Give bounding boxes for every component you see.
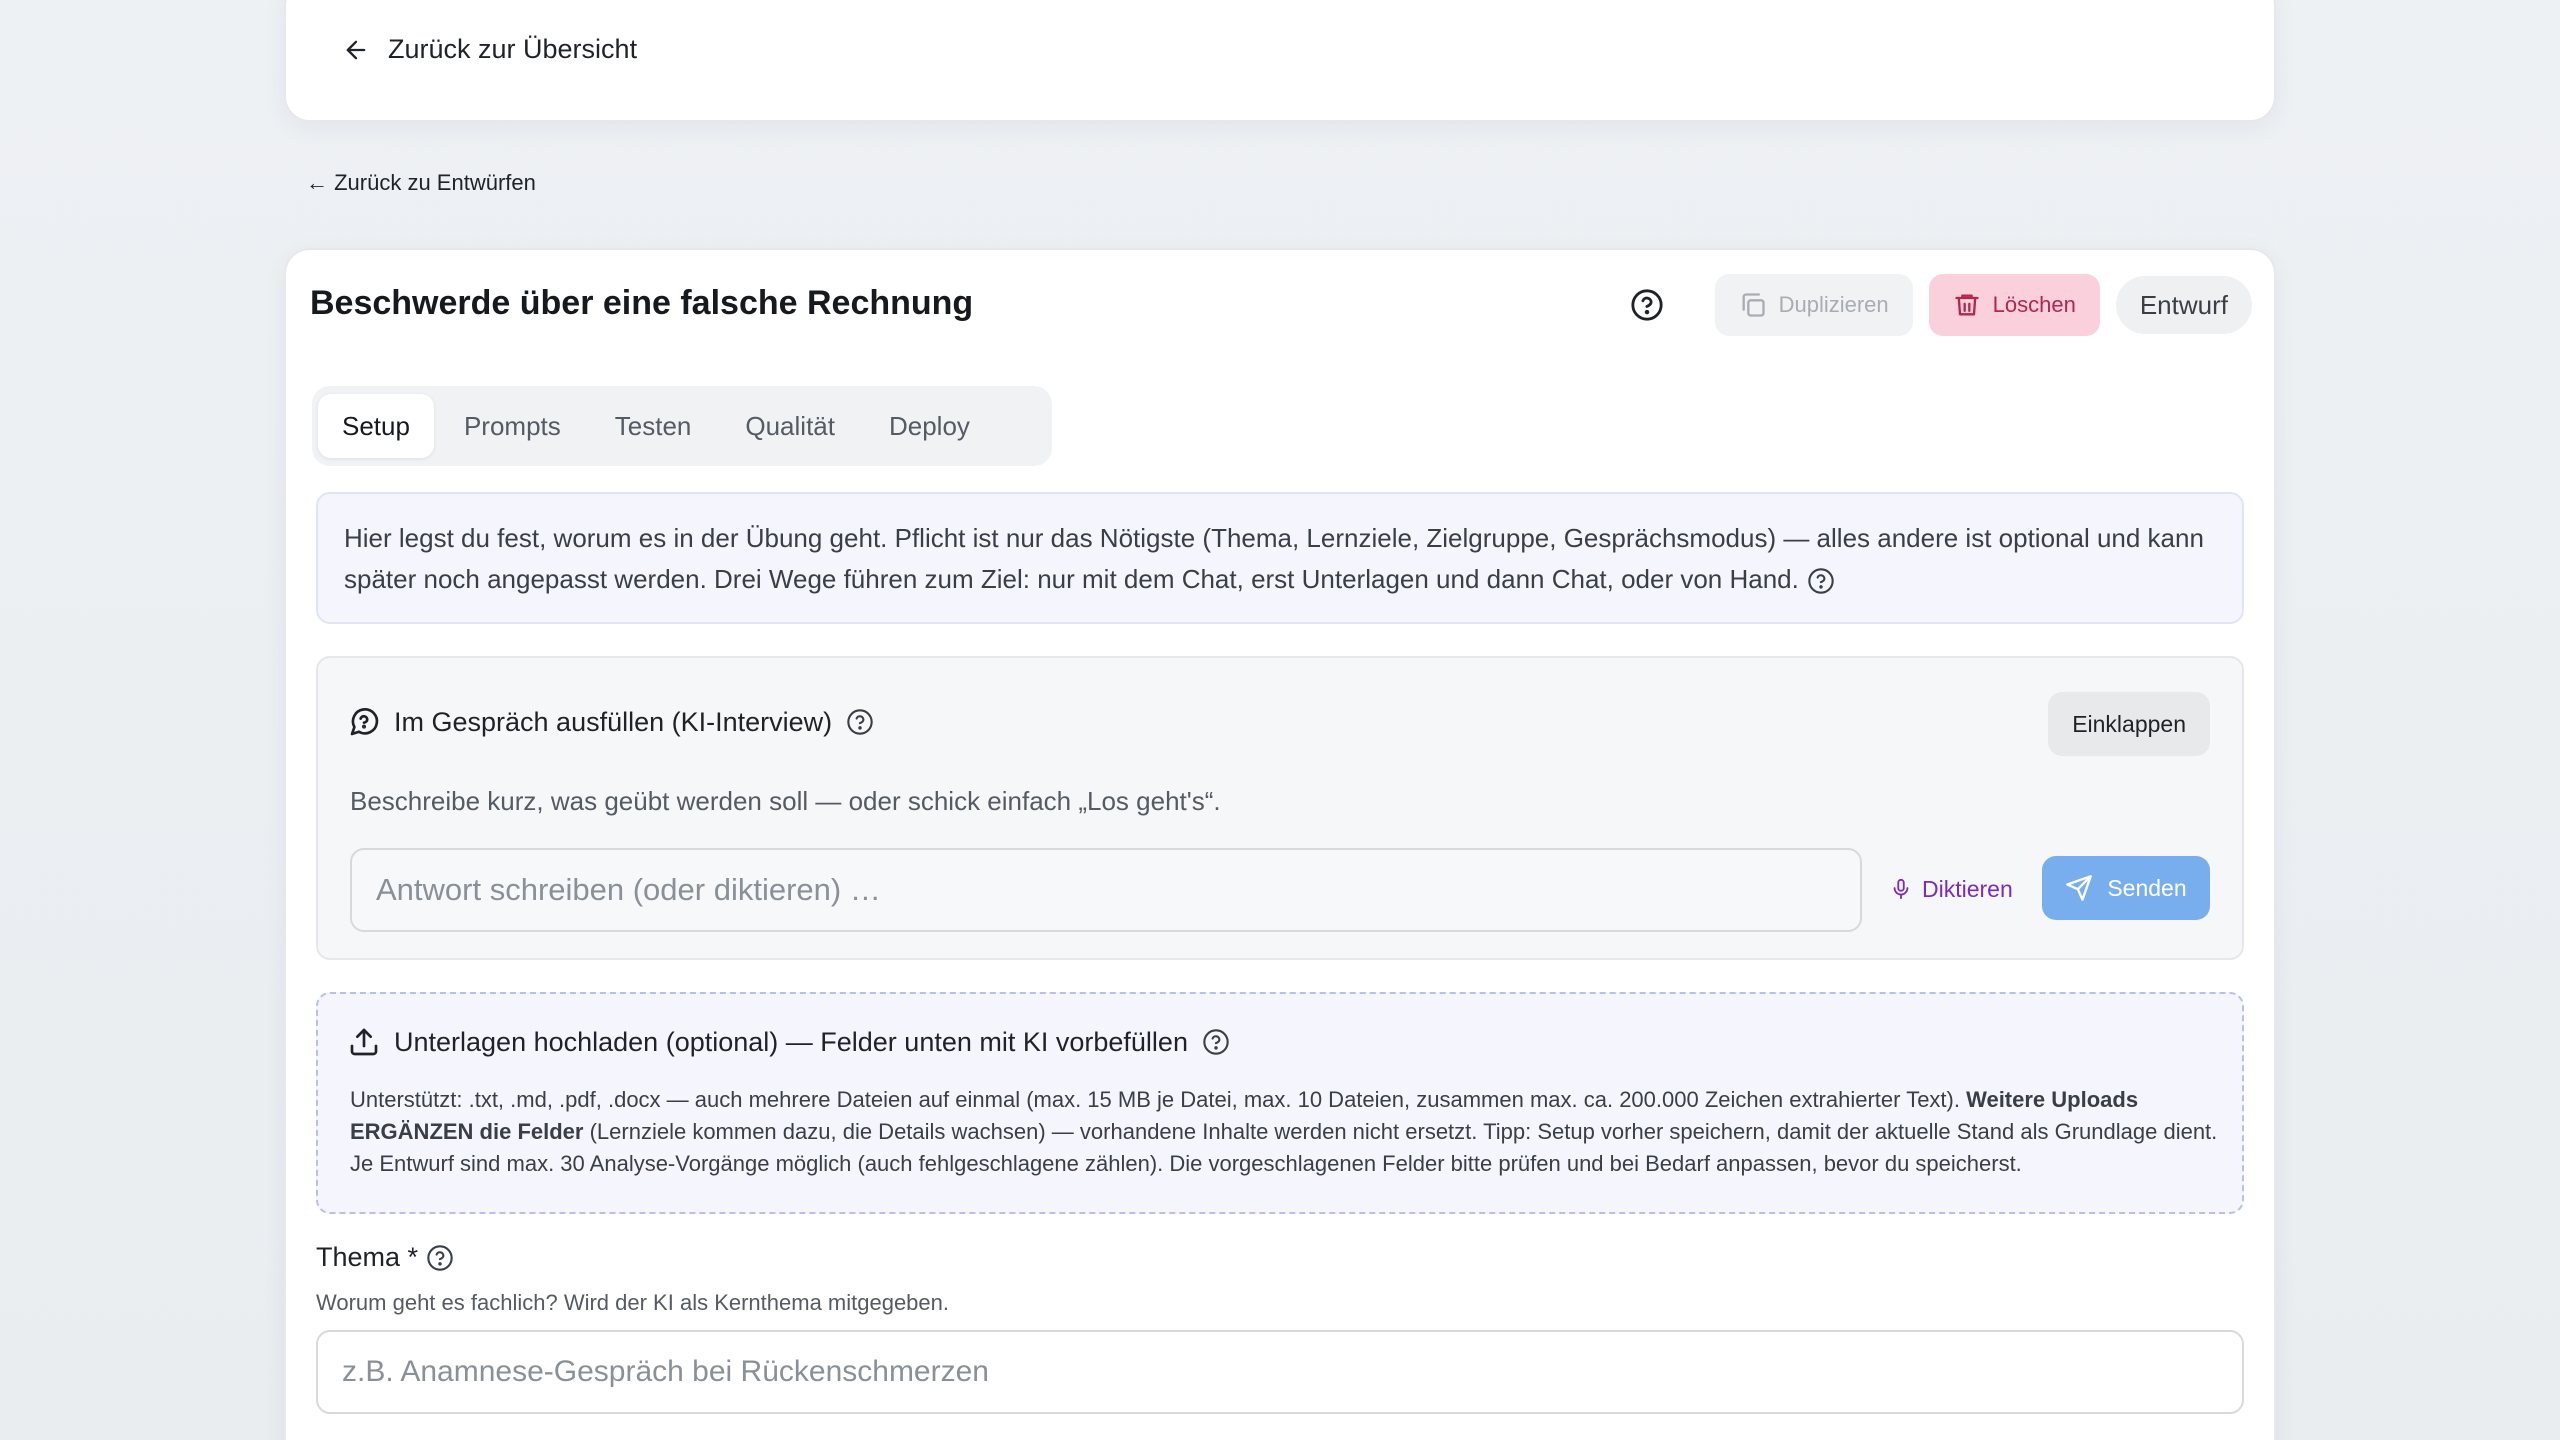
- duplicate-button[interactable]: Duplizieren: [1714, 274, 1913, 336]
- editor-card: Beschwerde über eine falsche Rechnung Du…: [284, 248, 2276, 1440]
- collapse-button[interactable]: Einklappen: [2048, 692, 2210, 756]
- chat-question-icon: [348, 706, 380, 738]
- thema-label-text: Thema *: [316, 1242, 419, 1272]
- setup-info-box: Hier legst du fest, worum es in der Übun…: [316, 492, 2244, 624]
- answer-input[interactable]: [350, 848, 1862, 932]
- tab-bar: Setup Prompts Testen Qualität Deploy: [312, 386, 1052, 466]
- delete-label: Löschen: [1992, 292, 2076, 317]
- tab-prompts[interactable]: Prompts: [440, 394, 585, 458]
- thema-input[interactable]: [316, 1330, 2244, 1414]
- setup-info-text: Hier legst du fest, worum es in der Übun…: [344, 523, 2204, 594]
- upload-title: Unterlagen hochladen (optional) — Felder…: [394, 1026, 1188, 1057]
- dictate-label: Diktieren: [1922, 875, 2013, 902]
- question-circle-icon[interactable]: [1627, 285, 1667, 325]
- page-title: Beschwerde über eine falsche Rechnung: [310, 284, 974, 322]
- tab-qualitaet[interactable]: Qualität: [721, 394, 859, 458]
- ai-interview-title: Im Gespräch ausfüllen (KI-Interview): [394, 706, 833, 737]
- upload-header: Unterlagen hochladen (optional) — Felder…: [348, 1026, 1230, 1058]
- question-circle-icon[interactable]: [1807, 567, 1835, 595]
- header-actions: Duplizieren Löschen Entwurf: [1627, 274, 2252, 336]
- back-to-overview-link[interactable]: Zurück zur Übersicht: [342, 34, 637, 65]
- top-bar: Zurück zur Übersicht: [284, 0, 2276, 122]
- send-label: Senden: [2107, 874, 2187, 901]
- back-to-overview-label: Zurück zur Übersicht: [388, 34, 638, 64]
- tab-testen[interactable]: Testen: [591, 394, 716, 458]
- copy-icon: [1739, 291, 1767, 319]
- ai-interview-hint: Beschreibe kurz, was geübt werden soll —…: [350, 786, 1221, 816]
- trash-icon: [1953, 291, 1981, 319]
- duplicate-label: Duplizieren: [1778, 292, 1889, 317]
- upload-dropzone[interactable]: Unterlagen hochladen (optional) — Felder…: [316, 992, 2244, 1214]
- upload-text-part-1: Unterstützt: .txt, .md, .pdf, .docx — au…: [350, 1087, 1967, 1112]
- upload-icon: [348, 1026, 380, 1058]
- ai-interview-header: Im Gespräch ausfüllen (KI-Interview): [348, 706, 874, 738]
- send-icon: [2065, 874, 2093, 902]
- microphone-icon: [1890, 878, 1912, 900]
- upload-description: Unterstützt: .txt, .md, .pdf, .docx — au…: [350, 1084, 2220, 1180]
- dictate-button[interactable]: Diktieren: [1890, 864, 2013, 914]
- delete-button[interactable]: Löschen: [1928, 274, 2100, 336]
- ai-interview-panel: Im Gespräch ausfüllen (KI-Interview) Ein…: [316, 656, 2244, 960]
- upload-text-part-2: (Lernziele kommen dazu, die Details wach…: [350, 1119, 2218, 1176]
- arrow-left-icon: [342, 36, 370, 64]
- question-circle-icon[interactable]: [846, 708, 874, 736]
- back-to-drafts-link[interactable]: ← Zurück zu Entwürfen: [306, 170, 536, 196]
- tab-setup[interactable]: Setup: [318, 394, 434, 458]
- send-button[interactable]: Senden: [2042, 856, 2210, 920]
- question-circle-icon[interactable]: [426, 1244, 454, 1272]
- thema-label: Thema *: [316, 1242, 454, 1273]
- tab-deploy[interactable]: Deploy: [865, 394, 994, 458]
- status-badge: Entwurf: [2115, 276, 2252, 334]
- thema-help-text: Worum geht es fachlich? Wird der KI als …: [316, 1290, 950, 1315]
- question-circle-icon[interactable]: [1202, 1028, 1230, 1056]
